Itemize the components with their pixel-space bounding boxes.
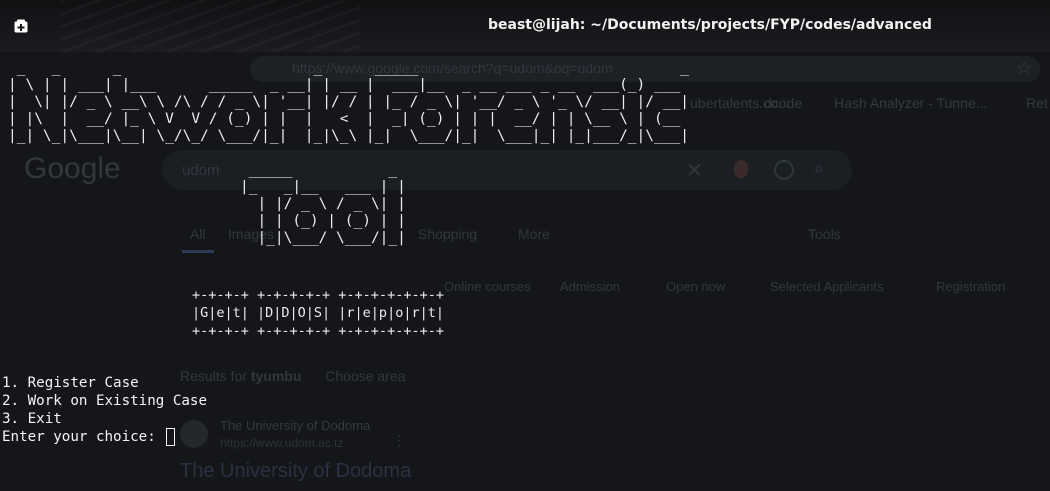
ascii-boxed-subtitle: +-+-+-+ +-+-+-+-+ +-+-+-+-+-+-+ |G|e|t| …: [192, 287, 444, 339]
text-cursor[interactable]: [166, 428, 176, 446]
menu-option-exit: 3. Exit: [2, 411, 62, 427]
ascii-banner: _ _ _ _ _____ _ | \ | | ___| |___ _____ …: [8, 60, 689, 144]
menu-option-existing-case: 2. Work on Existing Case: [2, 393, 207, 409]
terminal-window: https://www.google.com/search?q=udom&oq=…: [0, 0, 1050, 491]
menu-option-register-case: 1. Register Case: [2, 375, 139, 391]
terminal-output[interactable]: _ _ _ _ _____ _ | \ | | ___| |___ _____ …: [0, 0, 1050, 491]
choice-prompt: Enter your choice:: [2, 429, 165, 445]
input-prompt-row[interactable]: Enter your choice:: [2, 428, 176, 446]
ascii-tool-title: _____ _ |_ _|__ ___ | | | |/ _ \ / _ \| …: [240, 162, 406, 246]
